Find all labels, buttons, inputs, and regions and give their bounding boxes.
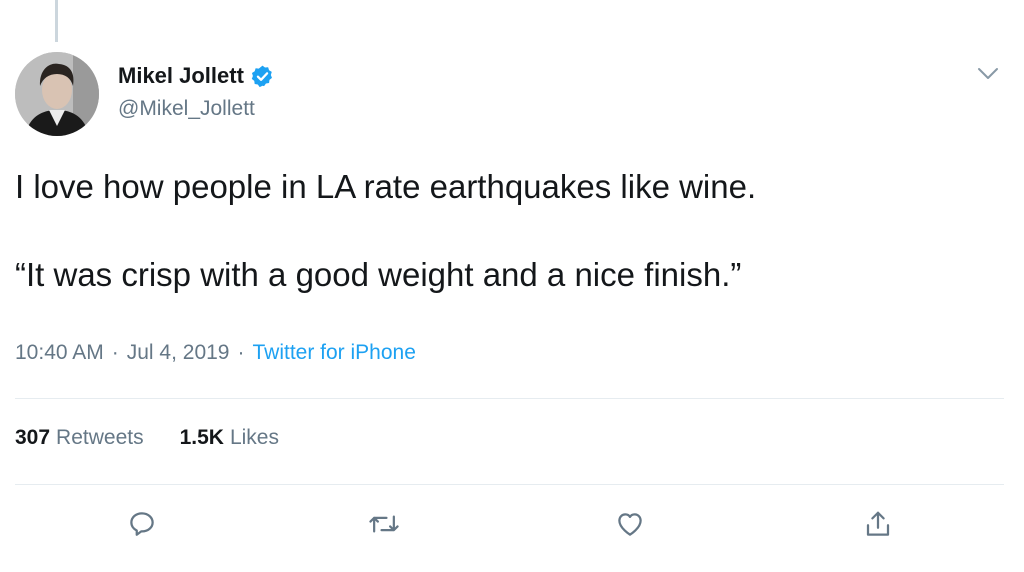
avatar[interactable] (15, 52, 99, 136)
verified-badge-icon (250, 64, 275, 89)
tweet-source-link[interactable]: Twitter for iPhone (252, 341, 415, 365)
share-icon (863, 508, 893, 545)
author-name-row[interactable]: Mikel Jollett (118, 62, 275, 90)
likes-count: 1.5K (179, 426, 224, 449)
retweets-count: 307 (15, 426, 51, 449)
likes-stat[interactable]: 1.5K Likes (180, 426, 279, 450)
retweets-label: Retweets (56, 426, 144, 449)
tweet-stats: 307 Retweets 1.5K Likes (15, 426, 315, 450)
retweet-button[interactable] (364, 506, 404, 546)
meta-separator: · (111, 341, 119, 364)
divider (15, 484, 1004, 485)
tweet-meta: 10:40 AM · Jul 4, 2019 · Twitter for iPh… (15, 341, 416, 365)
thread-line (55, 0, 58, 42)
tweet-text: I love how people in LA rate earthquakes… (15, 168, 757, 293)
meta-separator: · (237, 341, 245, 364)
tweet-time[interactable]: 10:40 AM (15, 341, 104, 365)
retweets-stat[interactable]: 307 Retweets (15, 426, 144, 450)
reply-button[interactable] (122, 506, 162, 546)
action-bar (0, 506, 1024, 546)
like-button[interactable] (610, 506, 650, 546)
divider (15, 398, 1004, 399)
tweet-date[interactable]: Jul 4, 2019 (127, 341, 230, 365)
share-button[interactable] (858, 506, 898, 546)
author-display-name[interactable]: Mikel Jollett (118, 63, 244, 89)
retweet-icon (368, 509, 400, 544)
likes-label: Likes (229, 426, 279, 449)
reply-icon (127, 509, 157, 544)
chevron-down-icon[interactable] (976, 64, 1000, 84)
author-handle[interactable]: @Mikel_Jollett (118, 97, 255, 121)
heart-icon (614, 509, 646, 544)
